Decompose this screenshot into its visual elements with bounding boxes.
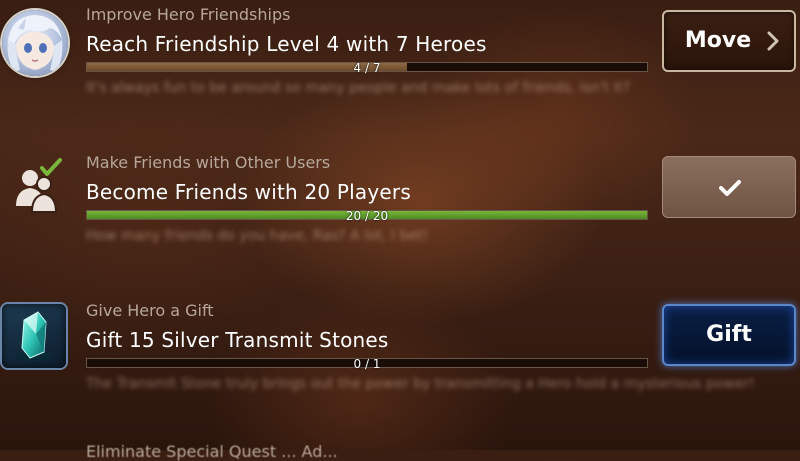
quest-title: Become Friends with 20 Players xyxy=(86,180,411,204)
gift-button-label: Gift xyxy=(706,322,752,347)
quest-category: Give Hero a Gift xyxy=(86,301,214,320)
friends-icon xyxy=(2,154,68,220)
quest-description: How many friends do you have, Ras? A lot… xyxy=(86,228,429,244)
quest-category: Eliminate Special Quest ... Ad... xyxy=(86,442,338,461)
quest-description: It's always fun to be around so many peo… xyxy=(86,80,631,96)
checkmark-icon xyxy=(715,173,745,203)
move-button[interactable]: Move xyxy=(662,10,796,72)
move-button-label: Move xyxy=(684,28,752,53)
hero-avatar xyxy=(2,10,68,76)
quest-progress-bar: 0 / 1 xyxy=(86,357,648,371)
transmit-stone-icon xyxy=(2,304,66,368)
progress-text: 20 / 20 xyxy=(345,209,389,223)
progress-text: 0 / 1 xyxy=(353,357,381,371)
quest-title: Reach Friendship Level 4 with 7 Heroes xyxy=(86,32,487,56)
quest-category: Make Friends with Other Users xyxy=(86,153,331,172)
quest-title: Gift 15 Silver Transmit Stones xyxy=(86,328,389,352)
quest-progress-bar: 20 / 20 xyxy=(86,209,648,223)
gift-button[interactable]: Gift xyxy=(662,304,796,366)
quest-progress-bar: 4 / 7 xyxy=(86,61,648,75)
quest-category: Improve Hero Friendships xyxy=(86,5,291,24)
chevron-right-icon xyxy=(766,30,780,52)
progress-text: 4 / 7 xyxy=(353,61,381,75)
completed-check-button[interactable] xyxy=(662,156,796,218)
quest-description: The Transmit Stone truly brings out the … xyxy=(86,376,755,392)
